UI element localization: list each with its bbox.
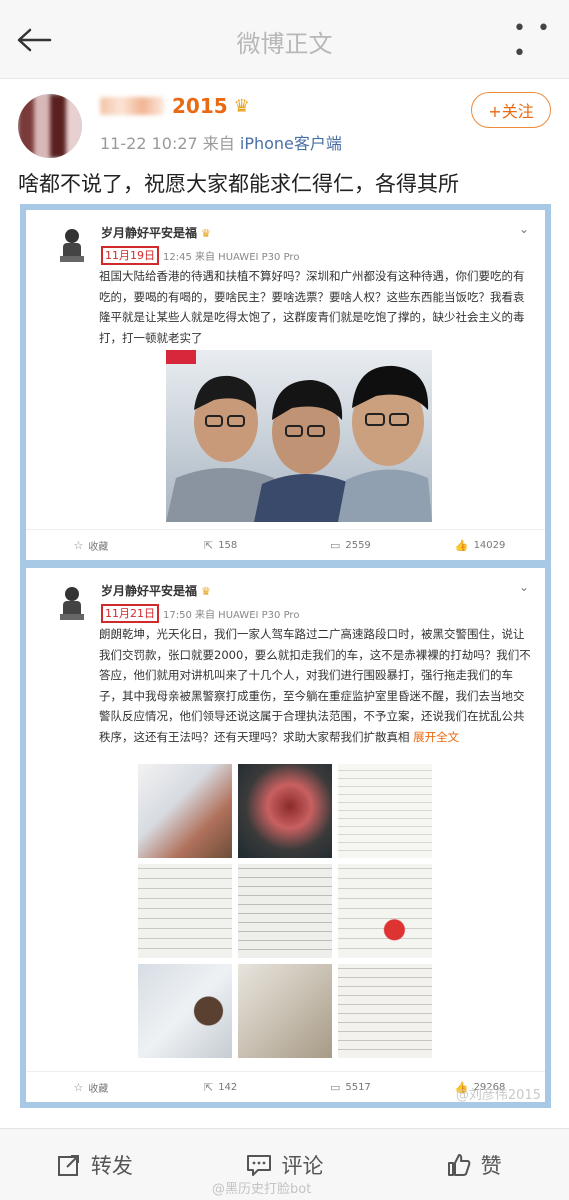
bottom-watermark: @黑历史打脸bot: [212, 1182, 312, 1197]
star-icon: ☆: [73, 538, 84, 552]
source-prefix: 来自: [202, 134, 235, 153]
post-time: 11-22 10:27: [100, 134, 198, 153]
crown-icon: ♛: [233, 95, 250, 117]
comment-button[interactable]: ▭ 5517: [286, 1072, 416, 1102]
card-text: 祖国大陆给香港的待遇和扶植不算好吗？深圳和广州都没有这种待遇，你们要吃的有吃的，…: [99, 269, 525, 345]
comment-label: 评论: [281, 1153, 324, 1178]
repost-button[interactable]: ⇱ 142: [156, 1072, 286, 1102]
vip-icon: ♛: [201, 227, 211, 240]
grid-image-7[interactable]: [138, 964, 232, 1058]
username-text: 2015: [172, 94, 228, 118]
favorite-button[interactable]: ☆ 收藏: [26, 530, 156, 560]
grid-image-3[interactable]: [338, 764, 432, 858]
card-text: 朗朗乾坤，光天化日，我们一家人驾车路过二广高速路段口时，被黑交警围住，说让我们交…: [99, 627, 531, 744]
star-icon: ☆: [73, 1080, 84, 1094]
card-actions: ☆ 收藏 ⇱ 158 ▭ 2559 👍 14029: [26, 529, 545, 560]
post-meta: 11-22 10:27 来自 iPhone客户端: [100, 130, 342, 154]
embedded-screenshot[interactable]: 岁月静好平安是福 ♛ 11月19日 12:45 来自 HUAWEI P30 Pro…: [20, 204, 551, 1108]
grid-image-1[interactable]: [138, 764, 232, 858]
comment-button[interactable]: ▭ 2559: [286, 530, 416, 560]
avatar-soldier-icon: [60, 229, 84, 262]
top-bar: 微博正文 • • •: [0, 0, 569, 79]
date-highlight: 11月19日: [101, 246, 159, 265]
more-icon[interactable]: • • •: [513, 16, 557, 66]
watermark: @刘彦伟2015: [455, 1088, 541, 1103]
favorite-button[interactable]: ☆ 收藏: [26, 1072, 156, 1102]
comment-icon: [246, 1154, 271, 1176]
page-title: 微博正文: [236, 30, 333, 58]
avatar-soldier-icon: [60, 587, 84, 620]
repost-button[interactable]: 转发: [0, 1129, 190, 1200]
grid-image-5[interactable]: [238, 864, 332, 958]
thumbs-up-icon: [447, 1153, 470, 1176]
post-source[interactable]: iPhone客户端: [240, 134, 342, 153]
repost-icon: [57, 1154, 79, 1176]
grid-image-9[interactable]: [338, 964, 432, 1058]
like-button[interactable]: 👍 14029: [415, 530, 545, 560]
grid-image-8[interactable]: [238, 964, 332, 1058]
card-meta: 11月19日 12:45 来自 HUAWEI P30 Pro: [101, 246, 299, 265]
like-button[interactable]: 赞: [379, 1129, 569, 1200]
repost-icon: ⇱: [203, 1080, 214, 1094]
grid-image-4[interactable]: [138, 864, 232, 958]
repost-icon: ⇱: [203, 538, 214, 552]
weibo-card-2: 岁月静好平安是福 ♛ 11月21日 17:50 来自 HUAWEI P30 Pro…: [26, 568, 545, 1102]
blurred-name: [100, 97, 164, 115]
chevron-down-icon[interactable]: ⌄: [519, 580, 529, 594]
repost-button[interactable]: ⇱ 158: [156, 530, 286, 560]
date-highlight: 11月21日: [101, 604, 159, 623]
comment-icon: ▭: [329, 1080, 341, 1094]
thumbs-up-icon: 👍: [454, 538, 469, 552]
photo-three-men[interactable]: [166, 350, 432, 522]
post-header: 2015 ♛ 11-22 10:27 来自 iPhone客户端 +关注: [0, 82, 569, 162]
username[interactable]: 2015 ♛: [100, 94, 250, 118]
repost-label: 转发: [90, 1153, 133, 1178]
vip-icon: ♛: [201, 585, 211, 598]
like-label: 赞: [480, 1153, 502, 1178]
grid-image-6[interactable]: [338, 864, 432, 958]
card-username[interactable]: 岁月静好平安是福 ♛: [101, 582, 211, 599]
follow-button[interactable]: +关注: [471, 92, 551, 128]
grid-image-2[interactable]: [238, 764, 332, 858]
avatar[interactable]: [18, 94, 82, 158]
expand-link[interactable]: 展开全文: [413, 730, 459, 744]
weibo-card-1: 岁月静好平安是福 ♛ 11月19日 12:45 来自 HUAWEI P30 Pro…: [26, 210, 545, 560]
card-username[interactable]: 岁月静好平安是福 ♛: [101, 224, 211, 241]
card-meta-text: 17:50 来自 HUAWEI P30 Pro: [163, 610, 300, 621]
chevron-down-icon[interactable]: ⌄: [519, 222, 529, 236]
card-meta: 11月21日 17:50 来自 HUAWEI P30 Pro: [101, 604, 299, 623]
comment-icon: ▭: [329, 538, 341, 552]
card-meta-text: 12:45 来自 HUAWEI P30 Pro: [163, 252, 300, 263]
post-content: 啥都不说了，祝愿大家都能求仁得仁，各得其所: [18, 172, 459, 196]
